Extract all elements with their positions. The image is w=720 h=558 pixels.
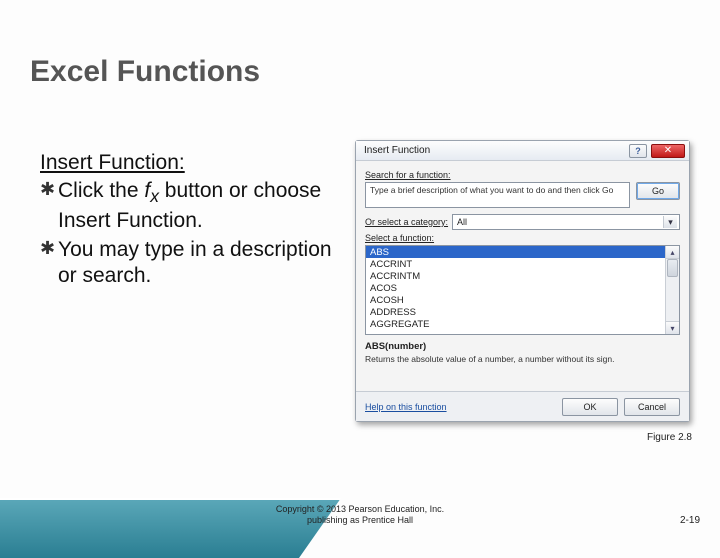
list-item[interactable]: ACOS (366, 282, 665, 294)
bullet-2-text: You may type in a description or search. (58, 237, 350, 290)
dialog-body: Search for a function: Type a brief desc… (356, 161, 689, 378)
list-item[interactable]: ACCRINT (366, 258, 665, 270)
insert-function-dialog: Insert Function ? ✕ Search for a functio… (355, 140, 690, 422)
scroll-up-button[interactable]: ▴ (666, 246, 679, 259)
ok-button[interactable]: OK (562, 398, 618, 416)
cancel-button[interactable]: Cancel (624, 398, 680, 416)
scroll-thumb[interactable] (667, 259, 678, 277)
search-label: Search for a function: (365, 170, 680, 180)
category-select[interactable]: All ▾ (452, 214, 680, 230)
dialog-close-button[interactable]: ✕ (651, 144, 685, 158)
bullet-icon: ✱ (40, 178, 58, 234)
list-item[interactable]: ACCRINTM (366, 270, 665, 282)
dialog-help-button[interactable]: ? (629, 144, 647, 158)
bullet-1-text: Click the fx button or choose Insert Fun… (58, 178, 350, 234)
dialog-titlebar[interactable]: Insert Function ? ✕ (356, 141, 689, 161)
dialog-footer: Help on this function OK Cancel (356, 391, 689, 421)
list-item[interactable]: ABS (366, 246, 665, 258)
page-number: 2-19 (680, 515, 700, 526)
search-input[interactable]: Type a brief description of what you wan… (365, 182, 630, 208)
bullet-2: ✱ You may type in a description or searc… (40, 237, 350, 290)
scroll-track[interactable] (666, 259, 679, 321)
list-item[interactable]: ACOSH (366, 294, 665, 306)
scroll-down-button[interactable]: ▾ (666, 321, 679, 334)
category-value: All (457, 217, 467, 227)
go-button[interactable]: Go (636, 182, 680, 200)
listbox-scrollbar[interactable]: ▴ ▾ (665, 246, 679, 334)
function-description: Returns the absolute value of a number, … (365, 354, 680, 378)
content-subhead: Insert Function: (40, 150, 350, 176)
list-item[interactable]: ADDRESS (366, 306, 665, 318)
category-label: Or select a category: (365, 217, 448, 227)
content-block: Insert Function: ✱ Click the fx button o… (40, 150, 350, 289)
bullet-1: ✱ Click the fx button or choose Insert F… (40, 178, 350, 234)
bullet-icon: ✱ (40, 237, 58, 290)
help-link[interactable]: Help on this function (365, 402, 556, 412)
figure-caption: Figure 2.8 (647, 432, 692, 443)
copyright: Copyright © 2013 Pearson Education, Inc.… (0, 504, 720, 526)
function-syntax: ABS(number) (365, 341, 680, 352)
slide-title: Excel Functions (30, 55, 260, 89)
select-function-label: Select a function: (365, 233, 680, 243)
chevron-down-icon: ▾ (663, 216, 677, 228)
dialog-title: Insert Function (364, 145, 629, 156)
function-listbox[interactable]: ABSACCRINTACCRINTMACOSACOSHADDRESSAGGREG… (365, 245, 680, 335)
list-item[interactable]: AGGREGATE (366, 318, 665, 330)
